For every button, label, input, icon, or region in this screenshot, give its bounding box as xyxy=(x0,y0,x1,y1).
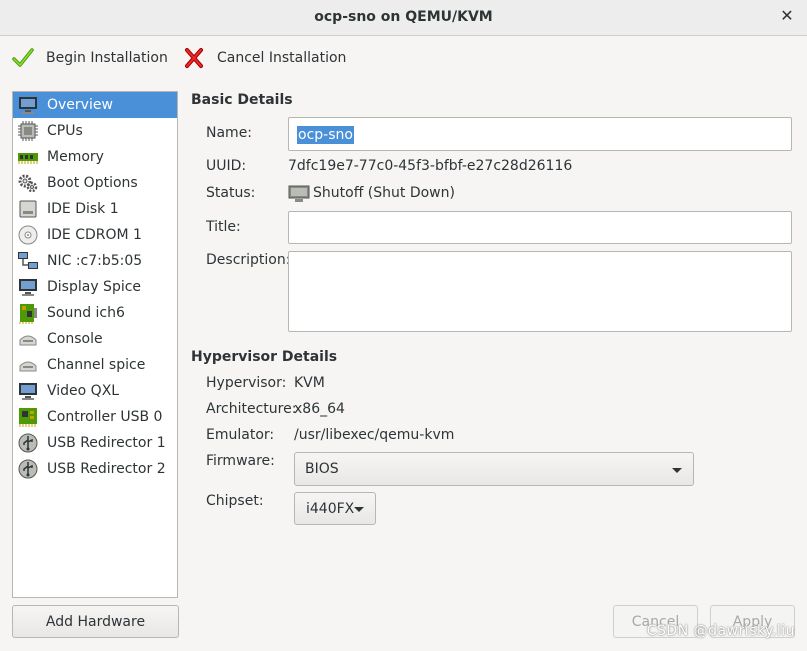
cdrom-icon xyxy=(18,225,38,245)
hardware-list[interactable]: Overview CPUs Memory Boot Options IDE Di… xyxy=(12,91,178,598)
monitor-icon xyxy=(19,97,37,114)
close-icon[interactable]: ✕ xyxy=(779,8,795,24)
hypervisor-value: KVM xyxy=(294,375,325,391)
sidebar-item-ide-cdrom-1[interactable]: IDE CDROM 1 xyxy=(13,222,177,248)
firmware-value: BIOS xyxy=(305,461,339,477)
controller-icon xyxy=(19,408,37,427)
emulator-value: /usr/libexec/qemu-kvm xyxy=(294,427,455,443)
chevron-down-icon xyxy=(672,468,682,473)
sidebar-item-display-spice[interactable]: Display Spice xyxy=(13,274,177,300)
channel-icon xyxy=(19,361,37,372)
architecture-value: x86_64 xyxy=(294,401,345,417)
sidebar-item-cpus[interactable]: CPUs xyxy=(13,118,177,144)
status-label: Status: xyxy=(206,185,256,201)
cancel-x-icon xyxy=(185,48,203,68)
sidebar-item-channel-spice[interactable]: Channel spice xyxy=(13,352,177,378)
sound-icon xyxy=(19,304,37,324)
sidebar-item-video-qxl[interactable]: Video QXL xyxy=(13,378,177,404)
cancel-installation-button[interactable]: Cancel Installation xyxy=(183,46,346,70)
sidebar-item-ide-disk-1[interactable]: IDE Disk 1 xyxy=(13,196,177,222)
chipset-value: i440FX xyxy=(306,500,355,517)
add-hardware-button[interactable]: Add Hardware xyxy=(12,605,179,638)
disk-icon xyxy=(19,200,37,218)
usb-icon xyxy=(18,433,38,453)
status-value: Shutoff (Shut Down) xyxy=(313,185,455,201)
sidebar-item-controller-usb-0[interactable]: Controller USB 0 xyxy=(13,404,177,430)
uuid-value: 7dfc19e7-77c0-45f3-bfbf-e27c28d26116 xyxy=(288,158,573,174)
sidebar-item-usb-redirector-1[interactable]: USB Redirector 1 xyxy=(13,430,177,456)
title-bar: ocp-sno on QEMU/KVM ✕ xyxy=(0,0,807,36)
title-field[interactable] xyxy=(288,211,792,244)
usb-icon xyxy=(18,459,38,479)
memory-icon xyxy=(18,153,38,164)
window-title: ocp-sno on QEMU/KVM xyxy=(314,9,493,25)
description-field[interactable] xyxy=(288,251,792,332)
cancel-installation-label: Cancel Installation xyxy=(217,50,347,66)
firmware-label: Firmware: xyxy=(206,453,275,469)
watermark-text: CSDN @dawrisky.liu xyxy=(646,623,795,639)
chipset-label: Chipset: xyxy=(206,493,264,509)
sidebar-item-overview[interactable]: Overview xyxy=(13,92,177,118)
sidebar-item-usb-redirector-2[interactable]: USB Redirector 2 xyxy=(13,456,177,482)
title-label: Title: xyxy=(206,219,241,235)
emulator-label: Emulator: xyxy=(206,427,275,443)
checkmark-icon xyxy=(12,48,34,67)
hypervisor-label: Hypervisor: xyxy=(206,375,287,391)
shutoff-icon xyxy=(288,185,310,202)
cpu-icon xyxy=(18,121,38,141)
name-label: Name: xyxy=(206,125,253,141)
sidebar-item-nic[interactable]: NIC :c7:b5:05 xyxy=(13,248,177,274)
gears-icon xyxy=(18,174,38,193)
chevron-down-icon xyxy=(354,507,364,512)
sidebar-item-sound-ich6[interactable]: Sound ich6 xyxy=(13,300,177,326)
name-field[interactable]: ocp-sno xyxy=(288,117,792,151)
display-icon xyxy=(19,279,37,296)
begin-installation-button[interactable]: Begin Installation xyxy=(12,46,168,70)
sidebar-item-console[interactable]: Console xyxy=(13,326,177,352)
name-field-value: ocp-sno xyxy=(297,126,354,144)
sidebar-item-memory[interactable]: Memory xyxy=(13,144,177,170)
begin-installation-label: Begin Installation xyxy=(46,50,168,66)
description-label: Description: xyxy=(206,252,291,268)
sidebar-item-boot-options[interactable]: Boot Options xyxy=(13,170,177,196)
console-icon xyxy=(19,335,37,346)
basic-details-heading: Basic Details xyxy=(191,92,293,108)
chipset-dropdown[interactable]: i440FX xyxy=(294,492,376,525)
network-icon xyxy=(18,252,38,269)
architecture-label: Architecture: xyxy=(206,401,297,417)
hypervisor-details-heading: Hypervisor Details xyxy=(191,349,338,365)
firmware-dropdown[interactable]: BIOS xyxy=(294,452,694,486)
uuid-label: UUID: xyxy=(206,158,247,174)
video-icon xyxy=(19,383,37,400)
